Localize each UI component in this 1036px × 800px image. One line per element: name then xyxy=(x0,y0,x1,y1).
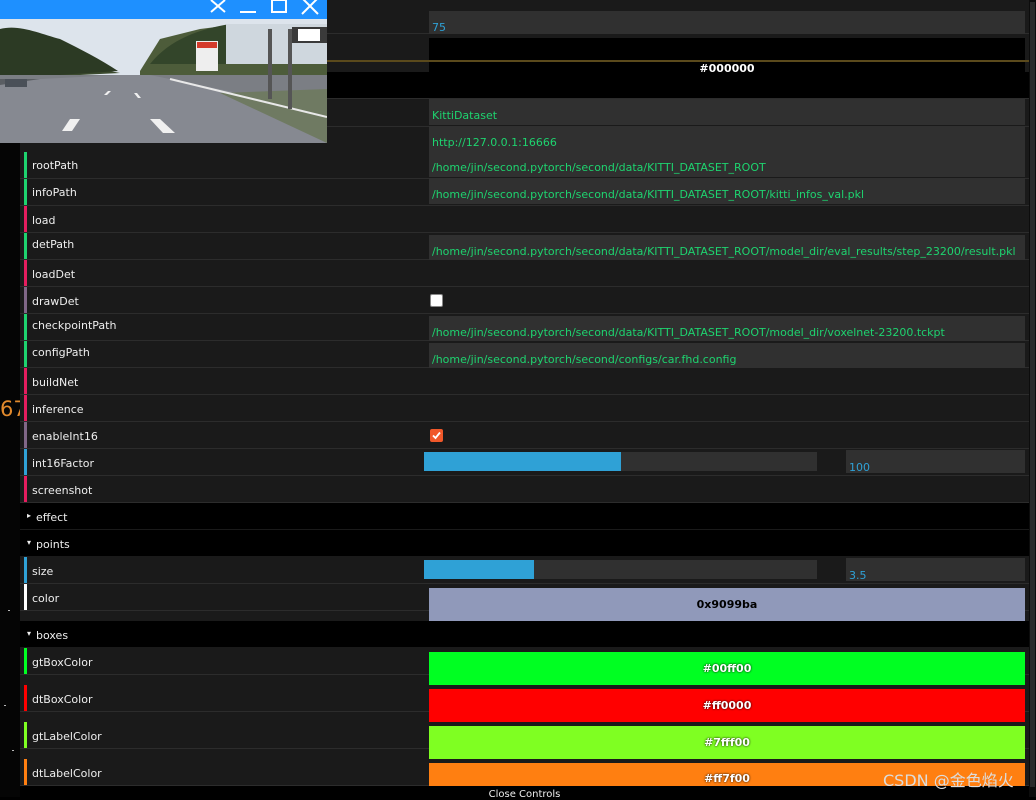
string-indicator xyxy=(24,152,27,178)
star-particle xyxy=(12,750,14,751)
row-rootPath: rootPath /home/jin/second.pytorch/second… xyxy=(20,151,1029,179)
string-indicator xyxy=(24,233,27,259)
screenshot-button[interactable]: screenshot xyxy=(20,476,1029,503)
color-indicator xyxy=(24,648,27,674)
row-checkpointPath: checkpointPath /home/jin/second.pytorch/… xyxy=(20,314,1029,342)
color-indicator xyxy=(24,722,27,748)
caret-right-icon: ▸ xyxy=(27,511,32,520)
scrollbar[interactable] xyxy=(1029,0,1036,797)
folder-points[interactable]: ▾ points xyxy=(20,530,1029,557)
dataset-input[interactable]: KittiDataset xyxy=(429,99,1025,125)
row-configPath: configPath /home/jin/second.pytorch/seco… xyxy=(20,341,1029,369)
points-color-label: color xyxy=(32,592,60,605)
rootPath-input[interactable]: /home/jin/second.pytorch/second/data/KIT… xyxy=(429,151,1025,177)
folder-boxes[interactable]: ▾ boxes xyxy=(20,621,1029,648)
shrink-icon[interactable] xyxy=(207,0,229,17)
dtBoxColor-label: dtBoxColor xyxy=(32,693,93,706)
checkpointPath-input[interactable]: /home/jin/second.pytorch/second/data/KIT… xyxy=(429,316,1025,342)
load-button[interactable]: load xyxy=(20,206,1029,233)
enableInt16-checkbox[interactable] xyxy=(430,429,443,442)
gtBoxColor-label: gtBoxColor xyxy=(32,656,93,669)
caret-down-icon: ▾ xyxy=(27,538,32,547)
int16Factor-slider-fill xyxy=(424,452,621,471)
watermark: CSDN @金色焰火 xyxy=(883,771,1014,790)
caret-down-icon: ▾ xyxy=(27,629,32,638)
row-drawDet: drawDet xyxy=(20,287,1029,314)
row-detPath: detPath /home/jin/second.pytorch/second/… xyxy=(20,233,1029,261)
top-number-input[interactable]: 75 xyxy=(429,11,1025,35)
enableInt16-label: enableInt16 xyxy=(32,430,98,443)
gtLabelColor-swatch[interactable]: #7fff00 xyxy=(429,726,1025,759)
color-indicator xyxy=(24,584,27,610)
camera-frame-image xyxy=(0,19,327,143)
maximize-icon[interactable] xyxy=(268,0,290,17)
row-enableInt16: enableInt16 xyxy=(20,422,1029,449)
row-int16Factor: int16Factor 100 xyxy=(20,449,1029,476)
configPath-label: configPath xyxy=(32,346,90,359)
drawDet-checkbox[interactable] xyxy=(430,294,443,307)
size-input[interactable]: 3.5 xyxy=(846,558,1025,582)
string-indicator xyxy=(24,314,27,340)
row-size: size 3.5 xyxy=(20,557,1029,584)
color-indicator xyxy=(24,759,27,785)
buildNet-button[interactable]: buildNet xyxy=(20,368,1029,395)
points-color-swatch[interactable]: 0x9099ba xyxy=(429,588,1025,621)
function-indicator xyxy=(24,260,27,286)
screenshot-label: screenshot xyxy=(32,484,93,497)
size-slider[interactable] xyxy=(424,560,817,579)
number-indicator xyxy=(24,557,27,583)
int16Factor-input[interactable]: 100 xyxy=(846,450,1025,474)
camera-preview-window[interactable] xyxy=(0,0,327,143)
size-slider-fill xyxy=(424,560,535,579)
string-indicator xyxy=(24,179,27,205)
color-indicator xyxy=(24,685,27,711)
gtLabelColor-label: gtLabelColor xyxy=(32,730,102,743)
infoPath-input[interactable]: /home/jin/second.pytorch/second/data/KIT… xyxy=(429,178,1025,204)
close-controls-label: Close Controls xyxy=(488,789,561,800)
string-indicator xyxy=(24,341,27,367)
inference-label: inference xyxy=(32,403,84,416)
window-titlebar[interactable] xyxy=(0,0,327,19)
minimize-icon[interactable] xyxy=(237,0,259,17)
loadDet-label: loadDet xyxy=(32,268,76,281)
function-indicator xyxy=(24,206,27,232)
folder-boxes-label: boxes xyxy=(36,629,69,642)
star-particle xyxy=(4,705,6,706)
detPath-input[interactable]: /home/jin/second.pytorch/second/data/KIT… xyxy=(429,235,1025,261)
int16Factor-slider[interactable] xyxy=(424,452,817,471)
size-label: size xyxy=(32,565,54,578)
row-infoPath: infoPath /home/jin/second.pytorch/second… xyxy=(20,178,1029,206)
number-indicator xyxy=(24,449,27,475)
folder-effect-label: effect xyxy=(36,511,68,524)
folder-points-label: points xyxy=(36,538,70,551)
star-particle xyxy=(8,610,10,611)
rootPath-label: rootPath xyxy=(32,159,79,172)
dtBoxColor-swatch[interactable]: #ff0000 xyxy=(429,689,1025,722)
load-label: load xyxy=(32,214,56,227)
buildNet-label: buildNet xyxy=(32,376,79,389)
drawDet-label: drawDet xyxy=(32,295,79,308)
scrollbar-thumb[interactable] xyxy=(1030,2,1035,787)
gtBoxColor-swatch[interactable]: #00ff00 xyxy=(429,652,1025,685)
folder-effect[interactable]: ▸ effect xyxy=(20,503,1029,530)
boolean-indicator xyxy=(24,422,27,448)
int16Factor-label: int16Factor xyxy=(32,457,95,470)
detPath-label: detPath xyxy=(32,238,75,251)
loadDet-button[interactable]: loadDet xyxy=(20,260,1029,287)
close-icon[interactable] xyxy=(299,0,321,17)
configPath-input[interactable]: /home/jin/second.pytorch/second/configs/… xyxy=(429,343,1025,369)
close-controls-button[interactable]: Close Controls xyxy=(20,786,1029,800)
dtLabelColor-label: dtLabelColor xyxy=(32,767,102,780)
infoPath-label: infoPath xyxy=(32,186,77,199)
function-indicator xyxy=(24,476,27,502)
url-input[interactable]: http://127.0.0.1:16666 xyxy=(429,126,1025,152)
function-indicator xyxy=(24,368,27,394)
function-indicator xyxy=(24,395,27,421)
checkmark-icon xyxy=(432,431,441,440)
inference-button[interactable]: inference xyxy=(20,395,1029,422)
checkpointPath-label: checkpointPath xyxy=(32,319,117,332)
boolean-indicator xyxy=(24,287,27,313)
